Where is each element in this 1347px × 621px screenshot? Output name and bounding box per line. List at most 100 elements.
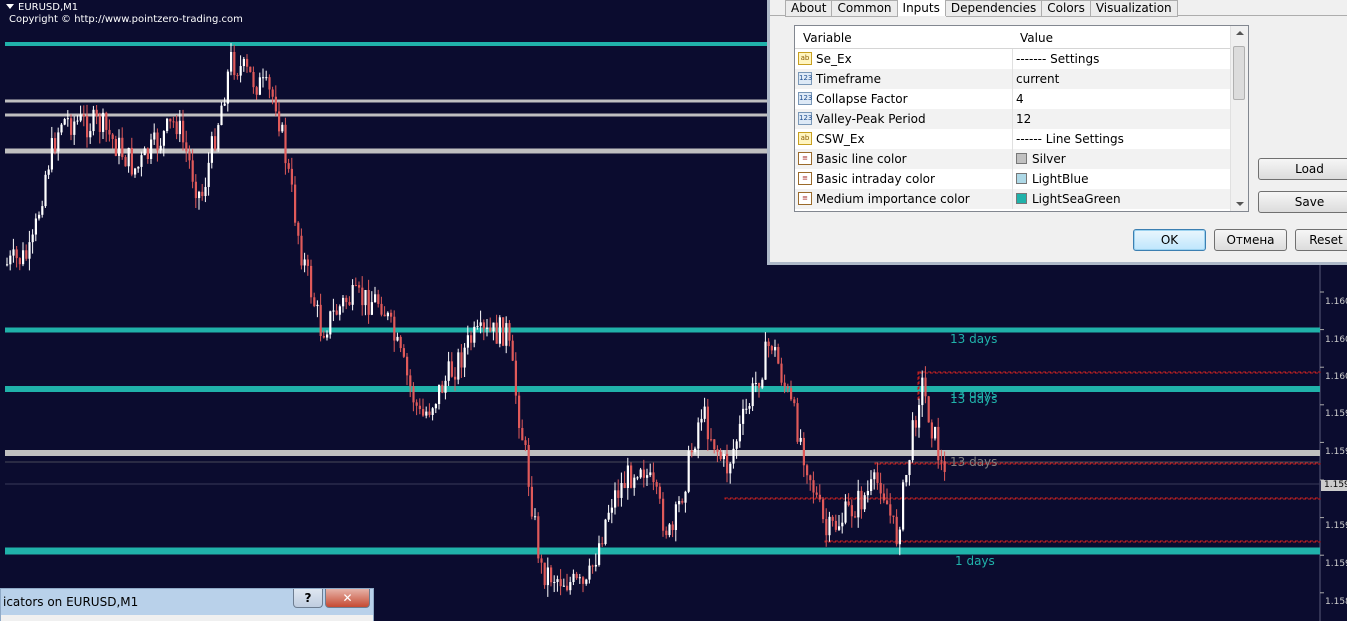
variable-value[interactable]: ------ Line Settings (1016, 132, 1124, 146)
ok-button[interactable]: OK (1133, 229, 1206, 251)
candle-body (809, 475, 812, 481)
candle-body (761, 379, 764, 388)
candle-body (162, 131, 165, 146)
candle-body (374, 294, 377, 303)
reset-button[interactable]: Reset (1295, 229, 1347, 251)
candle-body (745, 408, 748, 410)
candle-body (601, 543, 604, 545)
candle-body (460, 352, 463, 368)
candle-body (194, 181, 197, 199)
scroll-up-icon[interactable] (1236, 31, 1244, 35)
tab-common[interactable]: Common (832, 0, 898, 17)
candle-body (306, 259, 309, 266)
candle-body (879, 482, 882, 494)
load-button[interactable]: Load (1258, 158, 1347, 180)
price-tick: 1.160 (1325, 372, 1347, 382)
tab-colors[interactable]: Colors (1042, 0, 1091, 17)
candle-body (457, 352, 460, 380)
candle-body (377, 294, 380, 304)
scroll-thumb[interactable] (1233, 46, 1245, 100)
tab-dependencies[interactable]: Dependencies (945, 0, 1043, 17)
candle-body (850, 505, 853, 517)
candle-body (489, 327, 492, 332)
candle-body (476, 325, 479, 327)
candle-body (505, 323, 508, 346)
tab-about[interactable]: About (785, 0, 833, 17)
candle-body (527, 444, 530, 487)
variable-value[interactable]: 4 (1016, 92, 1024, 106)
candle-body (412, 386, 415, 403)
candle-body (508, 323, 511, 341)
cancel-button[interactable]: Отмена (1214, 229, 1287, 251)
grid-row[interactable]: ab Se_Ex ------- Settings (795, 49, 1232, 69)
candle-body (799, 437, 802, 442)
tab-inputs[interactable]: Inputs (897, 0, 946, 16)
candle-body (876, 472, 879, 483)
column-value[interactable]: Value (1020, 31, 1053, 45)
candle-body (585, 579, 588, 584)
candle-body (623, 483, 626, 489)
grid-scrollbar[interactable] (1230, 26, 1248, 211)
candle-body (303, 259, 306, 266)
candle-body (210, 136, 213, 163)
variable-name: Se_Ex (816, 52, 852, 66)
variable-value[interactable]: LightBlue (1032, 172, 1089, 186)
dropdown-arrow-icon[interactable] (6, 4, 14, 9)
candle-body (188, 151, 191, 161)
candle-body (76, 120, 79, 122)
candle-body (230, 51, 233, 72)
grid-row[interactable]: 123 Timeframe current (795, 69, 1232, 89)
candle-body (598, 543, 601, 565)
candle-body (930, 422, 933, 439)
color-type-icon: ≡ (798, 172, 812, 185)
variable-value[interactable]: current (1016, 72, 1059, 86)
grid-row[interactable]: 123 Collapse Factor 4 (795, 89, 1232, 109)
candle-body (604, 519, 607, 544)
candle-body (895, 516, 898, 545)
column-divider (1012, 49, 1013, 69)
scroll-down-icon[interactable] (1236, 202, 1244, 206)
candle-body (300, 235, 303, 266)
candle-body (271, 89, 274, 97)
variable-value[interactable]: ------- Settings (1016, 52, 1099, 66)
grid-row[interactable]: ≡ Medium importance color LightSeaGreen (795, 189, 1232, 209)
candle-body (649, 472, 652, 476)
candle-body (364, 290, 367, 306)
grid-row[interactable]: ≡ Basic intraday color LightBlue (795, 169, 1232, 189)
variable-value[interactable]: 12 (1016, 112, 1031, 126)
candle-body (150, 139, 153, 159)
price-tick: 1.159 (1325, 409, 1347, 419)
price-tick: 1.159 (1325, 559, 1347, 569)
candle-body (607, 512, 610, 520)
candle-body (802, 437, 805, 466)
candle-body (191, 160, 194, 182)
candle-body (764, 341, 767, 380)
grid-row[interactable]: ≡ Basic line color Silver (795, 149, 1232, 169)
column-variable[interactable]: Variable (803, 31, 852, 45)
candle-body (838, 526, 841, 530)
grid-row[interactable]: 123 Valley-Peak Period 12 (795, 109, 1232, 129)
variable-name: Medium importance color (816, 192, 970, 206)
close-button[interactable]: ✕ (325, 589, 370, 608)
grid-row[interactable]: ab CSW_Ex ------ Line Settings (795, 129, 1232, 149)
save-button[interactable]: Save (1258, 191, 1347, 213)
candle-body (591, 565, 594, 567)
candle-body (422, 409, 425, 416)
candle-body (892, 515, 895, 517)
candle-body (313, 297, 316, 307)
variable-value[interactable]: LightSeaGreen (1032, 192, 1121, 206)
inputs-grid: Variable Value ab Se_Ex ------- Settings 12… (794, 25, 1249, 212)
help-button[interactable]: ? (293, 589, 323, 608)
candle-body (175, 121, 178, 135)
candle-body (719, 451, 722, 460)
candle-body (34, 218, 37, 235)
candle-body (562, 585, 565, 587)
candle-body (671, 524, 674, 531)
candle-body (268, 77, 271, 90)
tab-visualization[interactable]: Visualization (1090, 0, 1178, 17)
candle-body (470, 335, 473, 343)
candle-body (863, 495, 866, 510)
variable-value[interactable]: Silver (1032, 152, 1066, 166)
candle-body (316, 304, 319, 307)
candle-body (572, 573, 575, 583)
